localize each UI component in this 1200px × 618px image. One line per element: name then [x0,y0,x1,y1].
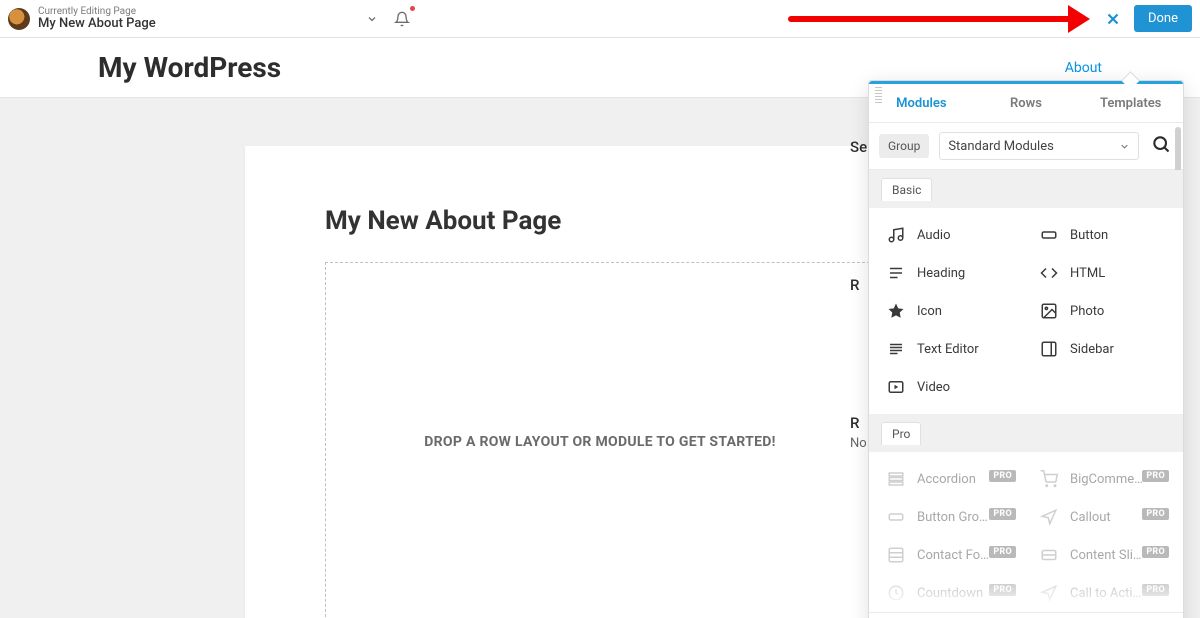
page-heading: My New About Page [325,206,875,236]
pro-badge: PRO [989,508,1016,520]
group-label: Group [879,134,929,158]
pro-badge: PRO [989,546,1016,558]
panel-filter-row: Group Standard Modules [869,123,1183,170]
module-call-to-acti-[interactable]: Call to Acti…PRO [1026,574,1179,611]
tab-templates[interactable]: Templates [1078,84,1183,122]
search-icon[interactable] [1149,132,1173,160]
panel-expand-footer[interactable] [869,612,1183,618]
editing-page-title: My New About Page [38,17,156,31]
app-logo [8,8,30,30]
module-sidebar[interactable]: Sidebar [1026,330,1179,368]
done-button[interactable]: Done [1134,5,1192,32]
basic-modules-grid: AudioButtonHeadingHTMLIconPhotoText Edit… [869,208,1183,414]
site-nav: About [1065,60,1102,76]
module-photo[interactable]: Photo [1026,292,1179,330]
module-accordion[interactable]: AccordionPRO [873,460,1026,498]
empty-dropzone[interactable]: DROP A ROW LAYOUT OR MODULE TO GET START… [325,262,875,618]
notifications-bell-icon[interactable] [390,7,414,31]
page-title-block[interactable]: Currently Editing Page My New About Page [38,6,156,31]
panel-tabs: Modules Rows Templates [869,84,1183,123]
module-countdown[interactable]: CountdownPRO [873,574,1026,611]
module-callout[interactable]: CalloutPRO [1026,498,1179,536]
group-select[interactable]: Standard Modules [939,132,1139,160]
obscured-sidebar-text: Se R R No [850,138,867,451]
module-video[interactable]: Video [873,368,1026,406]
module-heading[interactable]: Heading [873,254,1026,292]
module-bigcomme-[interactable]: BigComme…PRO [1026,460,1179,498]
page-canvas: My New About Page DROP A ROW LAYOUT OR M… [245,146,955,618]
close-panel-icon[interactable] [1100,6,1126,32]
section-basic-header: Basic [869,170,1183,208]
module-button[interactable]: Button [1026,216,1179,254]
site-title: My WordPress [98,51,281,84]
pro-badge: PRO [1142,584,1169,596]
top-toolbar: Currently Editing Page My New About Page… [0,0,1200,38]
chevron-down-icon [1119,141,1130,152]
pro-badge: PRO [1142,546,1169,558]
module-icon[interactable]: Icon [873,292,1026,330]
pro-modules-grid: AccordionPROBigComme…PROButton Gro…PROCa… [869,452,1183,611]
pro-badge: PRO [989,584,1016,596]
page-dropdown-chevron-icon[interactable] [362,9,382,29]
module-html[interactable]: HTML [1026,254,1179,292]
nav-link-about[interactable]: About [1065,60,1102,76]
pro-badge: PRO [1142,508,1169,520]
pro-badge: PRO [1142,470,1169,482]
module-button-gro-[interactable]: Button Gro…PRO [873,498,1026,536]
modules-panel: Modules Rows Templates Group Standard Mo… [868,80,1184,618]
page-area: My WordPress About Se R R No My New Abou… [0,38,1200,618]
tab-modules[interactable]: Modules [869,84,974,122]
group-select-value: Standard Modules [948,139,1054,154]
module-contact-fo-[interactable]: Contact Fo…PRO [873,536,1026,574]
module-audio[interactable]: Audio [873,216,1026,254]
panel-drag-handle-icon[interactable] [875,87,882,103]
tutorial-arrow-annotation [788,10,1088,28]
module-content-sli-[interactable]: Content Sli…PRO [1026,536,1179,574]
pro-badge: PRO [989,470,1016,482]
section-pro-header: Pro [869,414,1183,452]
tab-rows[interactable]: Rows [974,84,1079,122]
module-text-editor[interactable]: Text Editor [873,330,1026,368]
